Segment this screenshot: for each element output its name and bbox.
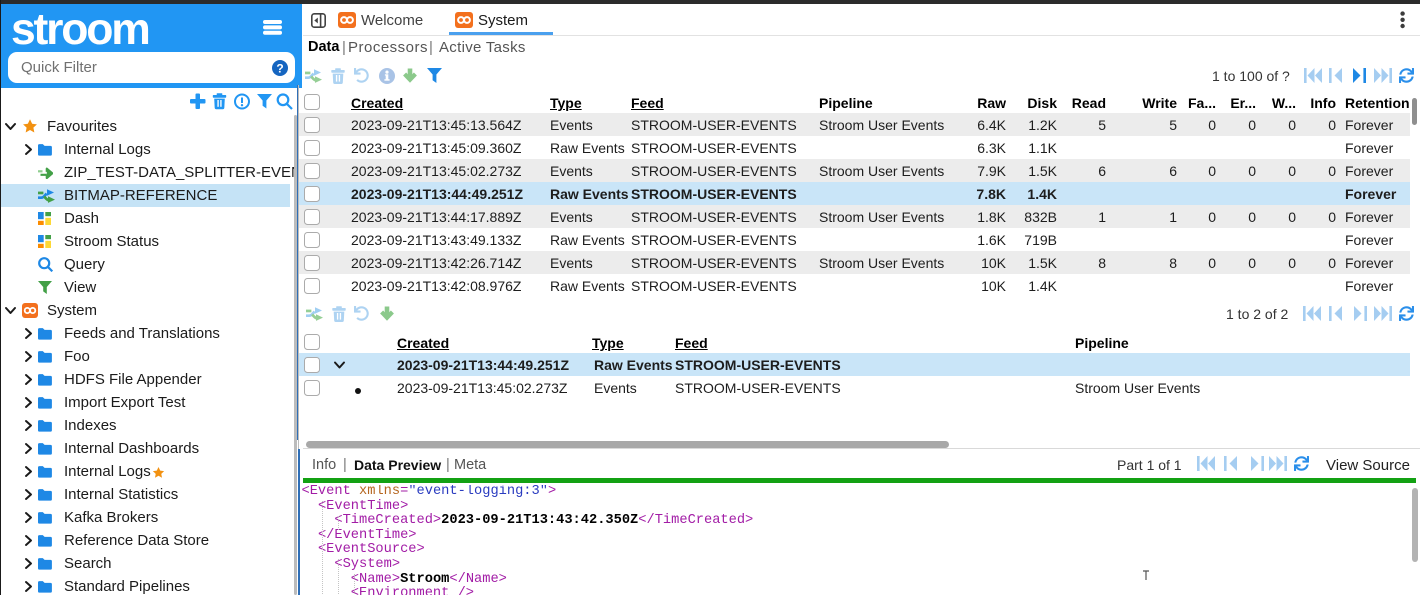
svg-text:stroom: stroom [11,5,149,49]
svg-text:?: ? [276,62,283,76]
